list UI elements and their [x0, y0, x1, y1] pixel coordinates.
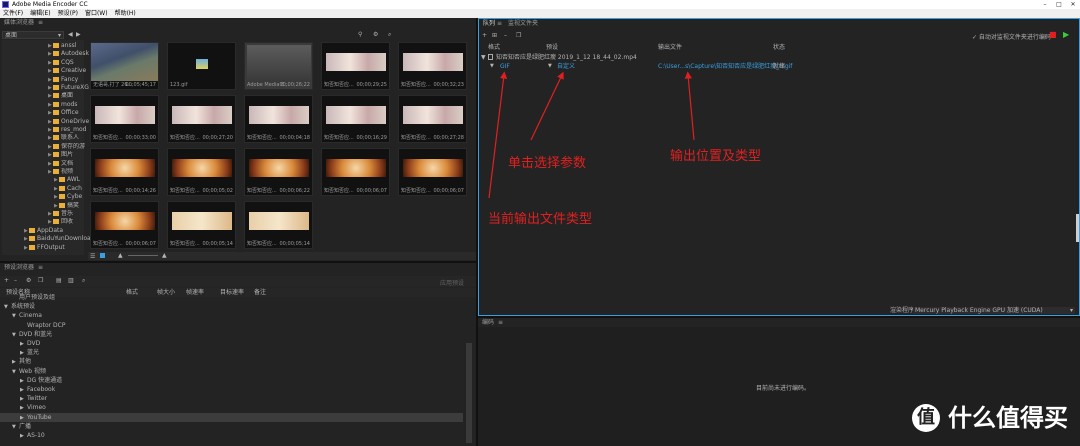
annotation-current-output-type: 当前输出文件类型 [488, 212, 593, 227]
annotation-click-select-params: 单击选择参数 [508, 156, 587, 171]
arrow-output [684, 71, 695, 141]
watermark-text: 什么值得买 [948, 404, 1068, 432]
arrow-preset [530, 71, 564, 141]
watermark-logo: 值 [912, 404, 940, 432]
arrow-format [488, 71, 508, 199]
annotation-output-location-type: 输出位置及类型 [670, 149, 762, 164]
